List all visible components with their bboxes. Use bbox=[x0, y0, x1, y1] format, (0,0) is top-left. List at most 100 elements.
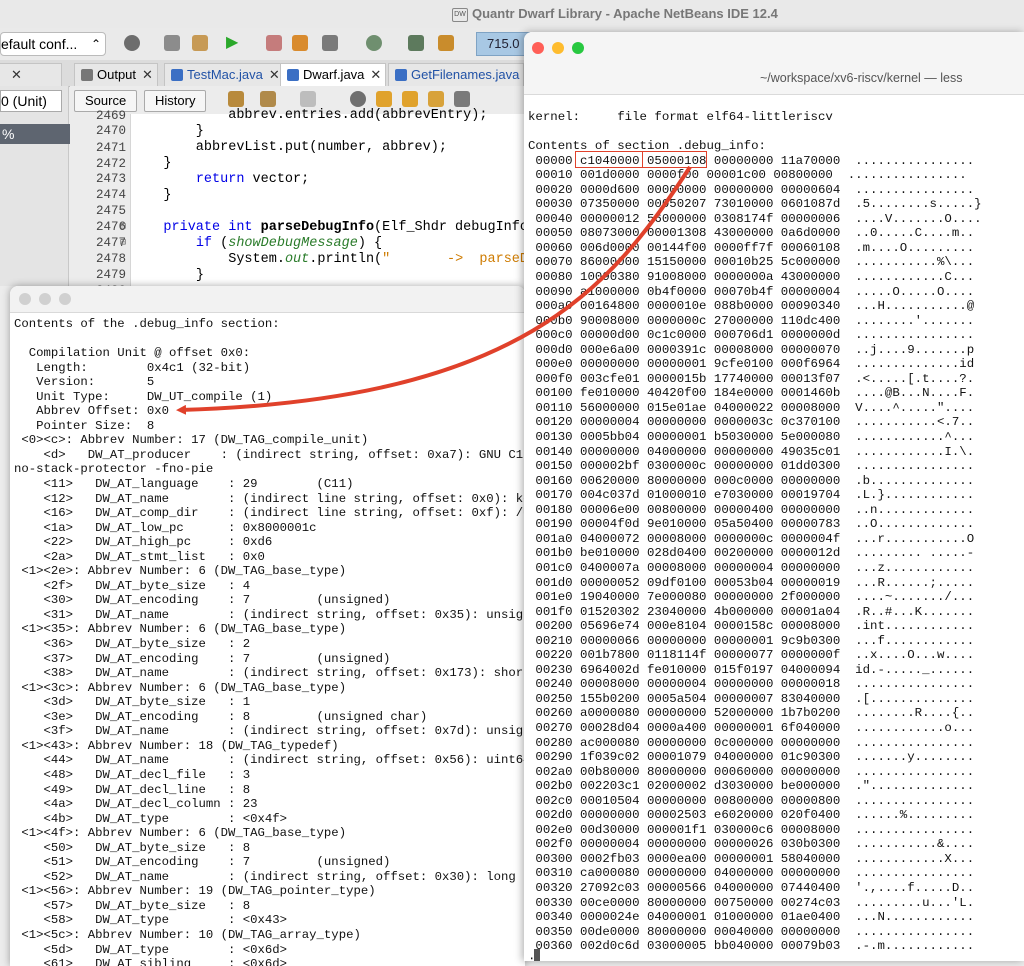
readelf-line: <1a> DW_AT_low_pc : 0x8000001c bbox=[14, 520, 317, 535]
line-number: 2474 bbox=[95, 188, 126, 202]
hexdump-line: 002d0 00000000 00002503 e6020000 020f040… bbox=[528, 808, 975, 823]
netbeans-window-title: Quantr Dwarf Library - Apache NetBeans I… bbox=[472, 6, 778, 21]
gc-icon[interactable] bbox=[438, 35, 454, 51]
forward-icon[interactable] bbox=[300, 91, 316, 107]
hexdump-line: 002a0 00b80000 80000000 00060000 0000000… bbox=[528, 764, 975, 779]
code-field: out bbox=[284, 252, 310, 267]
readelf-line: <52> DW_AT_name : (indirect string, offs… bbox=[14, 869, 525, 884]
line-number: 2475 bbox=[95, 204, 126, 218]
line-number: 2471 bbox=[95, 141, 126, 155]
back-icon[interactable] bbox=[260, 91, 276, 107]
shift-left-icon[interactable] bbox=[454, 91, 470, 107]
hexdump-line: 001e0 19040000 7e000080 00000000 2f00000… bbox=[528, 590, 975, 605]
hammer-icon[interactable] bbox=[164, 35, 180, 51]
hexdump-line: 00010 001d0000 0000f00 00001c00 00800000… bbox=[528, 168, 967, 183]
zoom-window-button[interactable] bbox=[59, 293, 71, 305]
readelf-line: Compilation Unit @ offset 0x0: bbox=[14, 346, 251, 361]
hexdump-line: 00080 10090380 91008000 0000000a 4300000… bbox=[528, 270, 975, 285]
hexdump-line: 00130 0005bb04 00000001 b5030000 5e00008… bbox=[528, 430, 975, 445]
code-line: } bbox=[131, 124, 204, 139]
hexdump-line: 00030 07350000 00050207 73010000 0601087… bbox=[528, 197, 982, 212]
screenshot-icon[interactable] bbox=[408, 35, 424, 51]
find-next-icon[interactable] bbox=[402, 91, 418, 107]
fold-collapse-icon[interactable]: ⊟ bbox=[120, 221, 126, 233]
code-text: } bbox=[195, 268, 204, 283]
close-icon[interactable]: ✕ bbox=[142, 67, 153, 82]
navigator-selected-row[interactable]: % bbox=[0, 124, 70, 144]
readelf-line: <4b> DW_AT_type : <0x4f> bbox=[14, 811, 288, 826]
fold-collapse-icon[interactable]: ⊟ bbox=[120, 237, 126, 249]
readelf-line: <51> DW_AT_encoding : 7 (unsigned) bbox=[14, 855, 391, 870]
globe-icon[interactable] bbox=[124, 35, 140, 51]
code-method-name: parseDebugInfo bbox=[260, 220, 375, 235]
hexdump-line: 00210 00000066 00000000 00000001 9c9b030… bbox=[528, 633, 975, 648]
chevron-updown-icon: ⌃ bbox=[90, 37, 101, 51]
java-file-icon bbox=[287, 69, 299, 81]
stop-icon[interactable] bbox=[266, 35, 282, 51]
readelf-line: <1><3c>: Abbrev Number: 6 (DW_TAG_base_t… bbox=[14, 680, 347, 695]
run-icon[interactable]: ▶ bbox=[226, 35, 242, 51]
tab-output[interactable]: Output ✕ bbox=[74, 63, 158, 86]
code-keyword: if bbox=[195, 236, 213, 251]
configuration-select[interactable]: efault conf... ⌃ bbox=[0, 32, 106, 56]
hexdump-line: 001b0 be010000 028d0400 00200000 0000012… bbox=[528, 546, 975, 561]
tab-testmac[interactable]: TestMac.java ✕ bbox=[164, 63, 285, 86]
hexdump-line: 00360 002d0c6d 03000005 bb040000 00079b0… bbox=[528, 939, 975, 954]
last-edit-icon[interactable] bbox=[228, 91, 244, 107]
line-number: 2470 bbox=[95, 124, 126, 138]
terminal-cursor bbox=[534, 949, 540, 961]
hexdump-line: 00090 a1000000 0b4f0000 00070b4f 0000000… bbox=[528, 284, 975, 299]
navigator-filter[interactable]: 0 (Unit) bbox=[0, 90, 62, 112]
readelf-line: <38> DW_AT_name : (indirect string, offs… bbox=[14, 666, 525, 681]
readelf-title-bar bbox=[10, 286, 525, 313]
find-prev-icon[interactable] bbox=[376, 91, 392, 107]
readelf-line: <d> DW_AT_producer : (indirect string, o… bbox=[14, 447, 525, 462]
readelf-line: <11> DW_AT_language : 29 (C11) bbox=[14, 477, 354, 492]
hexdump-line: 00070 86000000 15150000 00010b25 5c00000… bbox=[528, 255, 975, 270]
hexdump-line: 00330 00ce0000 80000000 00750000 00274c0… bbox=[528, 895, 975, 910]
hexdump-line: 00200 05696e74 000e8104 0000158c 0000800… bbox=[528, 619, 975, 634]
profile-icon[interactable] bbox=[292, 35, 308, 51]
highlight-box-version bbox=[642, 151, 707, 168]
tab-label: Dwarf.java bbox=[303, 67, 365, 82]
close-icon[interactable]: ✕ bbox=[370, 67, 381, 82]
hexdump-line: 002b0 002203c1 02000002 d3030000 be00000… bbox=[528, 779, 975, 794]
close-window-button[interactable] bbox=[19, 293, 31, 305]
readelf-line: <3e> DW_AT_encoding : 8 (unsigned char) bbox=[14, 709, 428, 724]
hexdump-line: 001c0 0400007a 00008000 00000004 0000000… bbox=[528, 560, 975, 575]
less-terminal-window: ~/workspace/xv6-riscv/kernel — less kern… bbox=[524, 32, 1024, 961]
find-icon[interactable] bbox=[350, 91, 366, 107]
readelf-line: <36> DW_AT_byte_size : 2 bbox=[14, 637, 251, 652]
hexdump-line: 002f0 00000004 00000000 00000026 030b030… bbox=[528, 837, 975, 852]
hexdump-line: 00260 a0000080 00000000 52000000 1b7b020… bbox=[528, 706, 975, 721]
code-text: } bbox=[163, 188, 172, 203]
tab-navigator-close[interactable]: ✕ bbox=[0, 63, 62, 86]
close-icon[interactable]: ✕ bbox=[11, 67, 22, 82]
tab-label: GetFilenames.java bbox=[411, 67, 520, 82]
minimize-window-button[interactable] bbox=[39, 293, 51, 305]
close-icon[interactable]: ✕ bbox=[269, 67, 280, 82]
code-line: return vector; bbox=[131, 172, 309, 187]
readelf-line: <1><4f>: Abbrev Number: 6 (DW_TAG_base_t… bbox=[14, 826, 347, 841]
zoom-window-button[interactable] bbox=[572, 42, 584, 54]
web-icon[interactable] bbox=[366, 35, 382, 51]
toggle-highlight-icon[interactable] bbox=[428, 91, 444, 107]
code-text: .println( bbox=[309, 252, 383, 267]
tab-getfilenames[interactable]: GetFilenames.java bbox=[388, 63, 525, 86]
code-line: System.out.println(" -> parseDeb bbox=[131, 252, 544, 267]
hexdump-line: 00040 00000012 56000000 0308174f 0000000… bbox=[528, 211, 982, 226]
readelf-line: Unit Type: DW_UT_compile (1) bbox=[14, 389, 273, 404]
hexdump-line: 00060 006d0000 00144f00 0000ff7f 0006010… bbox=[528, 240, 975, 255]
close-window-button[interactable] bbox=[532, 42, 544, 54]
minimize-window-button[interactable] bbox=[552, 42, 564, 54]
hexdump-line: 00020 0000d600 00000000 00000000 0000060… bbox=[528, 182, 975, 197]
line-number: 2473 bbox=[95, 172, 126, 186]
tab-dwarf[interactable]: Dwarf.java ✕ bbox=[280, 63, 387, 86]
clean-build-icon[interactable] bbox=[192, 35, 208, 51]
hexdump-line: 001a0 04000072 00008000 0000000c 0000004… bbox=[528, 531, 975, 546]
debug-icon[interactable] bbox=[322, 35, 338, 51]
less-prompt[interactable]: : bbox=[528, 954, 982, 961]
hexdump-line: 000d0 000e6a00 0000391c 00008000 0000007… bbox=[528, 342, 975, 357]
code-editor[interactable]: abbrev.entries.add(abbrevEntry); } abbre… bbox=[131, 108, 544, 294]
hexdump-line: 000c0 00000d00 0c1c0000 000706d1 0000000… bbox=[528, 328, 975, 343]
